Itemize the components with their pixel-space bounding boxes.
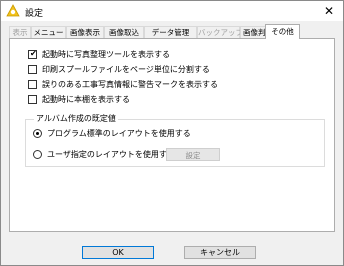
radio-button[interactable] (33, 150, 42, 159)
option-label: 起動時に写真整理ツールを表示する (42, 50, 170, 59)
checkbox[interactable] (28, 65, 37, 74)
window-title: 設定 (25, 9, 44, 19)
close-icon: ✕ (323, 4, 335, 18)
tab-strip: 表示 メニュー 画像表示 画像取込 データ管理 バックアップ 画像判定 その他 (9, 24, 339, 39)
tab-backup[interactable]: バックアップ (197, 26, 243, 38)
tab-menu[interactable]: メニュー (31, 26, 66, 38)
checkbox[interactable] (28, 95, 37, 104)
option-label: 印刷スプールファイルをページ単位に分割する (42, 65, 210, 74)
tab-label: メニュー (33, 28, 64, 37)
cancel-button[interactable]: キャンセル (184, 246, 256, 259)
tab-label: 画像表示 (70, 28, 100, 37)
close-button[interactable]: ✕ (315, 1, 343, 21)
tab-label: バックアップ (198, 28, 243, 37)
tab-other[interactable]: その他 (265, 24, 300, 39)
checkbox[interactable] (28, 80, 37, 89)
checkbox[interactable]: ✔ (28, 49, 37, 59)
tab-label: 表示 (12, 28, 28, 37)
radio-label: ユーザ指定のレイアウトを使用する (47, 150, 175, 159)
option-label: 誤りのある工事写真情報に警告マークを表示する (42, 80, 218, 89)
settings-dialog: 設定 ✕ 表示 メニュー 画像表示 画像取込 データ管理 バックアップ 画像判定… (0, 0, 344, 266)
app-icon (6, 4, 20, 17)
checkmark-icon: ✔ (30, 49, 37, 58)
tab-image-display[interactable]: 画像表示 (66, 26, 104, 38)
ok-button[interactable]: OK (82, 246, 154, 259)
layout-setting-button[interactable]: 設定 (166, 148, 220, 161)
tab-label: その他 (271, 27, 294, 36)
tab-data-management[interactable]: データ管理 (144, 26, 197, 38)
tab-display[interactable]: 表示 (9, 26, 31, 38)
option-label: 起動時に本棚を表示する (42, 95, 130, 104)
title-bar: 設定 ✕ (1, 1, 343, 21)
group-title: アルバム作成の既定値 (34, 113, 118, 124)
radio-dot-icon (36, 132, 39, 135)
radio-button[interactable] (33, 129, 42, 138)
tab-image-import[interactable]: 画像取込 (104, 26, 144, 38)
radio-label: プログラム標準のレイアウトを使用する (47, 129, 191, 138)
tab-label: データ管理 (151, 28, 190, 37)
tab-label: 画像取込 (109, 28, 139, 37)
